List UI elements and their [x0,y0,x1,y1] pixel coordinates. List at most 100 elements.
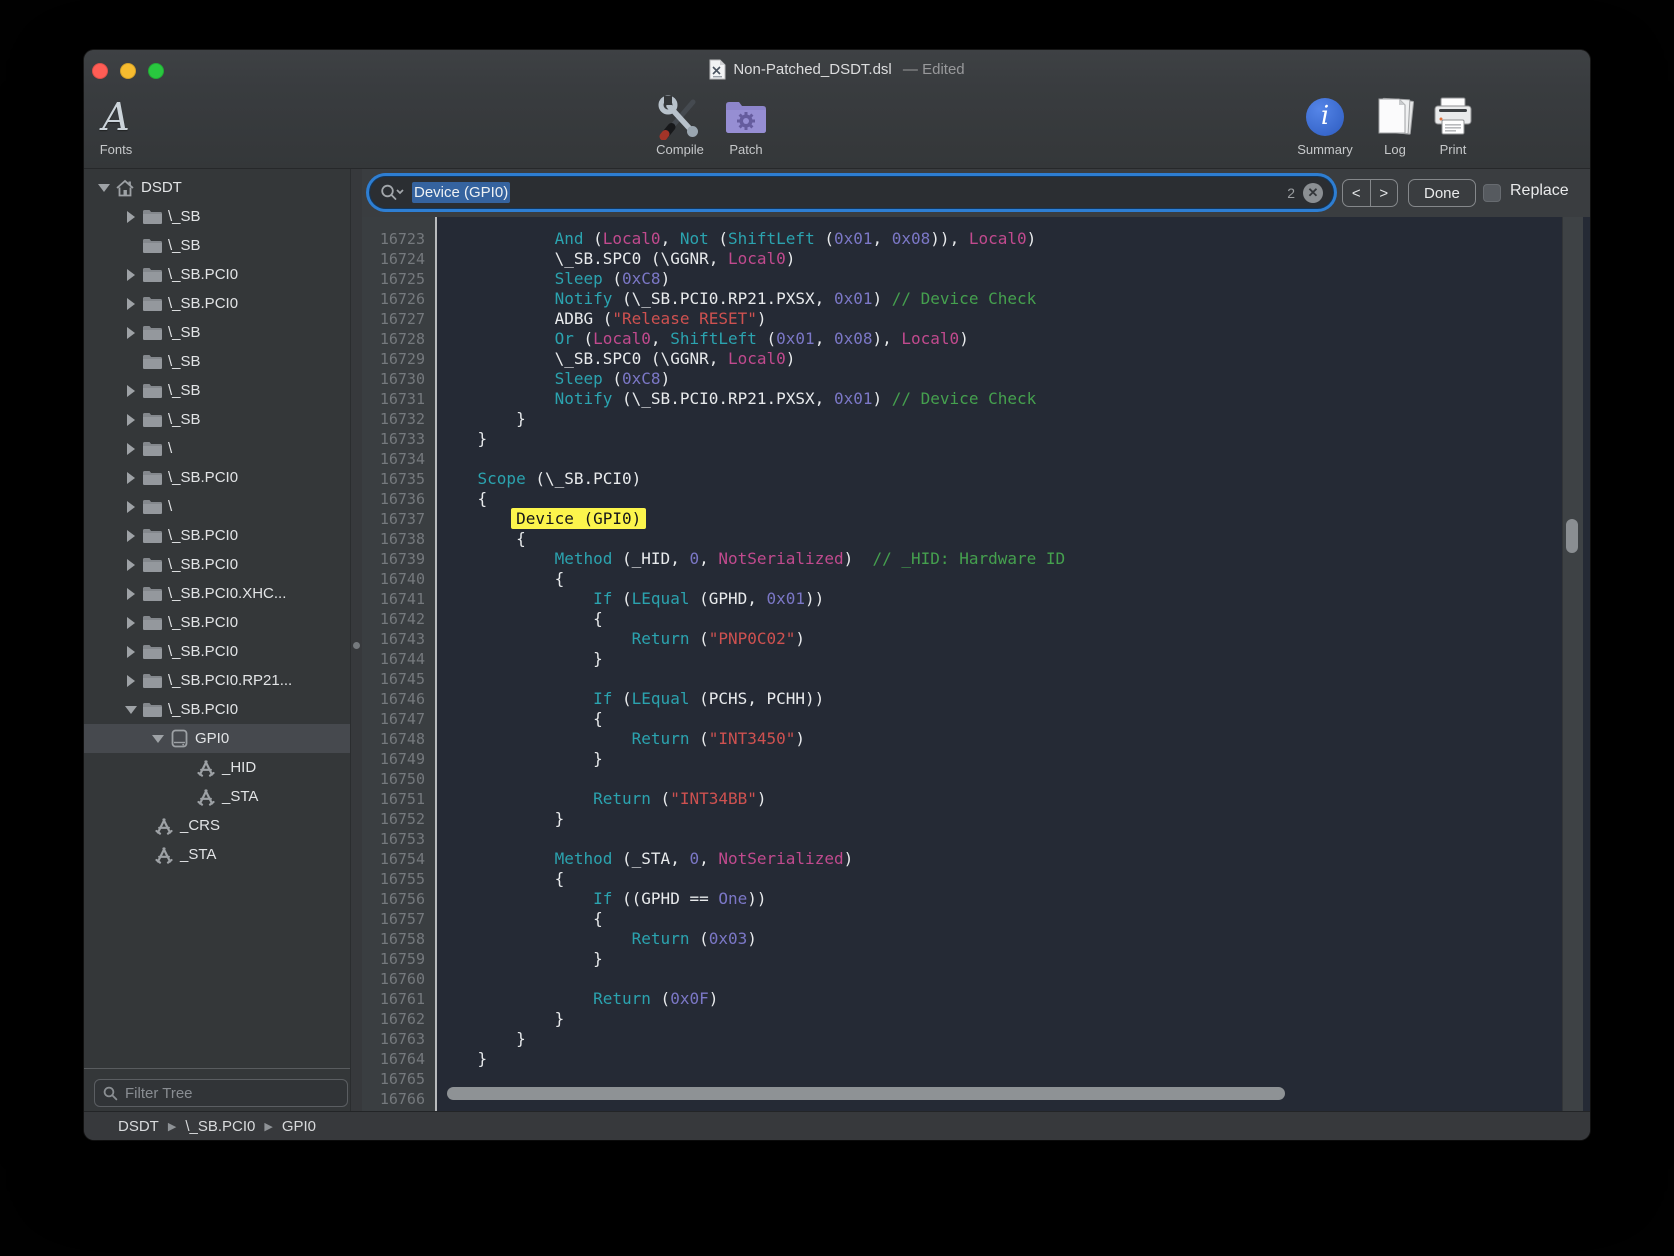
folder-icon [141,469,163,486]
tree-item-dsdt[interactable]: DSDT [84,173,350,202]
horizontal-scrollbar-thumb[interactable] [447,1087,1285,1100]
summary-button[interactable]: i Summary [1293,93,1357,165]
folder-icon [141,411,163,428]
disclosure-triangle-icon[interactable] [123,588,138,600]
compile-icon [657,93,703,141]
sidebar: DSDT\_SB\_SB\_SB.PCI0\_SB.PCI0\_SB\_SB\_… [84,169,350,1111]
disclosure-triangle-icon[interactable] [123,414,138,426]
disclosure-triangle-icon[interactable] [123,443,138,455]
clear-search-icon[interactable]: ✕ [1303,183,1323,203]
tree-item-sta[interactable]: _STA [84,782,350,811]
compile-button[interactable]: Compile [648,93,712,165]
replace-checkbox[interactable] [1483,184,1501,202]
tree-item-sb[interactable]: \_SB [84,405,350,434]
code-line: 16762 } [362,1009,1562,1029]
tree-item-sb[interactable]: \_SB [84,318,350,347]
line-number: 16742 [362,609,435,629]
tree-item-sbpci0[interactable]: \_SB.PCI0 [84,289,350,318]
tree-item-sbpci0rp21[interactable]: \_SB.PCI0.RP21... [84,666,350,695]
line-number: 16728 [362,329,435,349]
folder-icon [141,295,163,312]
tree-item-label: \ [168,440,172,457]
code-line-text: Device (GPI0) [435,509,641,529]
code-line: 16753 [362,829,1562,849]
line-number: 16762 [362,1009,435,1029]
tree-item-sb[interactable]: \_SB [84,376,350,405]
find-input[interactable]: Device (GPI0) 2 ✕ [370,177,1333,208]
home-icon [114,179,136,197]
disclosure-triangle-icon[interactable] [123,646,138,658]
tree-item-sb[interactable]: \_SB [84,202,350,231]
code-line-text: } [435,649,603,669]
code-line-text: ADBG ("Release RESET") [435,309,767,329]
tree-item-hid[interactable]: _HID [84,753,350,782]
disclosure-triangle-icon[interactable] [123,269,138,281]
folder-icon [141,237,163,254]
document-icon [709,59,726,80]
code-editor[interactable]: 16723 And (Local0, Not (ShiftLeft (0x01,… [362,217,1590,1111]
patch-label: Patch [729,142,762,157]
tree-item-sbpci0[interactable]: \_SB.PCI0 [84,463,350,492]
tree-item-[interactable]: \ [84,434,350,463]
disclosure-triangle-icon[interactable] [123,472,138,484]
code-lines: 16723 And (Local0, Not (ShiftLeft (0x01,… [362,229,1562,1109]
tree-item-sbpci0[interactable]: \_SB.PCI0 [84,608,350,637]
code-line: 16758 Return (0x03) [362,929,1562,949]
tree-item-sbpci0[interactable]: \_SB.PCI0 [84,695,350,724]
line-number: 16724 [362,249,435,269]
breadcrumb-item[interactable]: \_SB.PCI0 [185,1118,255,1135]
tree-item-sbpci0xhc[interactable]: \_SB.PCI0.XHC... [84,579,350,608]
code-line-text: Method (_STA, 0, NotSerialized) [435,849,853,869]
tree-item-label: \_SB.PCI0 [168,266,238,283]
code-line-text [435,449,439,469]
tree-item-[interactable]: \ [84,492,350,521]
breadcrumb-item[interactable]: DSDT [118,1118,159,1135]
disclosure-triangle-icon[interactable] [123,385,138,397]
split-divider[interactable] [350,169,362,1111]
tree-item-sb[interactable]: \_SB [84,347,350,376]
tree-item-sbpci0[interactable]: \_SB.PCI0 [84,637,350,666]
code-line: 16748 Return ("INT3450") [362,729,1562,749]
code-line: 16734 [362,449,1562,469]
vertical-scrollbar[interactable] [1562,217,1583,1111]
search-menu-icon[interactable] [380,184,404,201]
disclosure-triangle-icon[interactable] [150,735,165,743]
breadcrumb-item[interactable]: GPI0 [282,1118,316,1135]
disclosure-triangle-icon[interactable] [123,559,138,571]
filter-tree-field[interactable]: Filter Tree [94,1079,348,1107]
print-button[interactable]: Print [1421,93,1485,165]
done-button[interactable]: Done [1408,179,1476,207]
tree-item-sbpci0[interactable]: \_SB.PCI0 [84,550,350,579]
folder-icon [141,672,163,689]
tree-item-sb[interactable]: \_SB [84,231,350,260]
disclosure-triangle-icon[interactable] [123,327,138,339]
search-icon [103,1086,118,1101]
code-line-text: \_SB.SPC0 (\GGNR, Local0) [435,349,795,369]
find-previous-button[interactable]: < [1343,180,1371,206]
tree-item-crs[interactable]: _CRS [84,811,350,840]
disclosure-triangle-icon[interactable] [123,675,138,687]
disclosure-triangle-icon[interactable] [123,298,138,310]
tree-item-sbpci0[interactable]: \_SB.PCI0 [84,260,350,289]
maciasl-window: Non-Patched_DSDT.dsl — Edited A Fonts [84,50,1590,1140]
disclosure-triangle-icon[interactable] [123,530,138,542]
disclosure-triangle-icon[interactable] [123,617,138,629]
tree-item-sta[interactable]: _STA [84,840,350,869]
disclosure-triangle-icon[interactable] [96,184,111,192]
line-number: 16735 [362,469,435,489]
disclosure-triangle-icon[interactable] [123,706,138,714]
patch-button[interactable]: Patch [714,93,778,165]
log-button[interactable]: Log [1363,93,1427,165]
print-label: Print [1440,142,1467,157]
line-number: 16745 [362,669,435,689]
code-line-text: } [435,749,603,769]
disclosure-triangle-icon[interactable] [123,501,138,513]
tree-item-gpi0[interactable]: GPI0 [84,724,350,753]
tree-item-label: _CRS [180,817,220,834]
tree-item-sbpci0[interactable]: \_SB.PCI0 [84,521,350,550]
disclosure-triangle-icon[interactable] [123,211,138,223]
fonts-button[interactable]: A Fonts [84,93,148,165]
vertical-scrollbar-thumb[interactable] [1566,519,1578,553]
find-next-button[interactable]: > [1371,180,1398,206]
tree-item-label: \_SB.PCI0 [168,295,238,312]
